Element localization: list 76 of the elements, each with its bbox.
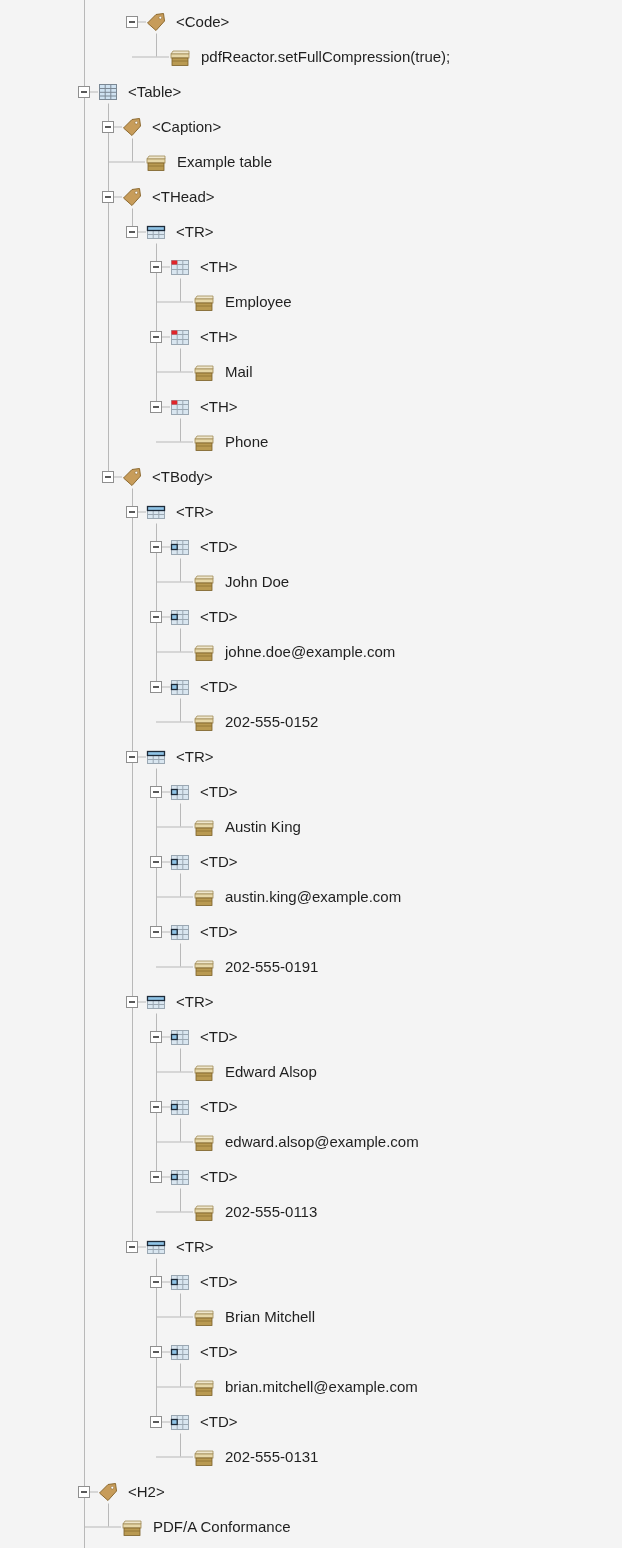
tree-item-label[interactable]: <Code> (176, 11, 230, 32)
tree-item-label[interactable]: <Caption> (152, 116, 222, 137)
collapse-toggle[interactable] (150, 1275, 162, 1288)
tree-item-label[interactable]: <THead> (152, 186, 215, 207)
collapse-toggle[interactable] (78, 1485, 90, 1498)
tree-item-label[interactable]: pdfReactor.setFullCompression(true); (201, 46, 451, 67)
collapse-toggle[interactable] (150, 785, 162, 798)
collapse-toggle[interactable] (102, 470, 114, 483)
tree-item-label[interactable]: <TH> (200, 396, 238, 417)
tree-item-label[interactable]: <Table> (128, 81, 182, 102)
tree-item-label[interactable]: <TH> (200, 256, 238, 277)
tree-item-label[interactable]: PDF/A Conformance (153, 1516, 291, 1537)
collapse-toggle[interactable] (150, 540, 162, 553)
collapse-toggle[interactable] (150, 400, 162, 413)
tree-item-label[interactable]: <TR> (176, 221, 214, 242)
tree-item-label[interactable]: edward.alsop@example.com (225, 1131, 419, 1152)
tree-item-label[interactable]: <TD> (200, 1166, 238, 1187)
collapse-toggle[interactable] (150, 1345, 162, 1358)
tree-item-label[interactable]: austin.king@example.com (225, 886, 402, 907)
collapse-toggle[interactable] (102, 190, 114, 203)
tree-item-label[interactable]: Phone (225, 431, 269, 452)
tree-item-label[interactable]: <TH> (200, 326, 238, 347)
collapse-toggle[interactable] (126, 995, 138, 1008)
collapse-toggle[interactable] (126, 225, 138, 238)
tree-item-label[interactable]: <TD> (200, 1096, 238, 1117)
tree-item-label[interactable]: <TD> (200, 1341, 238, 1362)
tree-item-label[interactable]: Austin King (225, 816, 301, 837)
collapse-toggle[interactable] (150, 1030, 162, 1043)
tree-item-label[interactable]: <TR> (176, 991, 214, 1012)
tag-icon (98, 1481, 118, 1502)
tree-item-label[interactable]: <TD> (200, 1271, 238, 1292)
collapse-toggle[interactable] (126, 505, 138, 518)
collapse-toggle[interactable] (150, 1100, 162, 1113)
collapse-toggle[interactable] (102, 120, 114, 133)
tag-icon (146, 11, 166, 32)
collapse-toggle[interactable] (78, 85, 90, 98)
tree-item-label[interactable]: 202-555-0191 (225, 956, 319, 977)
tree-item-label[interactable]: 202-555-0113 (225, 1201, 318, 1222)
collapse-toggle[interactable] (150, 610, 162, 623)
tree-item-label[interactable]: <TD> (200, 536, 238, 557)
collapse-toggle[interactable] (150, 925, 162, 938)
collapse-toggle[interactable] (150, 260, 162, 273)
tag-icon (122, 186, 142, 207)
tag-icon (122, 116, 142, 137)
tree-item-label[interactable]: 202-555-0152 (225, 711, 319, 732)
tree-item-label[interactable]: <TR> (176, 1236, 214, 1257)
tree-item-label[interactable]: Employee (225, 291, 292, 312)
tree-item-label[interactable]: 202-555-0131 (225, 1446, 319, 1467)
tree-item-label[interactable]: <TD> (200, 1411, 238, 1432)
tree-item-label[interactable]: <TD> (200, 1026, 238, 1047)
collapse-toggle[interactable] (150, 855, 162, 868)
tree-item-label[interactable]: Mail (225, 361, 253, 382)
tree-item-label[interactable]: Edward Alsop (225, 1061, 317, 1082)
tree-item-label[interactable]: <TD> (200, 606, 238, 627)
tree-item-label[interactable]: <TR> (176, 501, 214, 522)
collapse-toggle[interactable] (126, 15, 138, 28)
tree-item-label[interactable]: <TD> (200, 921, 238, 942)
table-icon (98, 81, 118, 102)
collapse-toggle[interactable] (150, 1170, 162, 1183)
collapse-toggle[interactable] (126, 750, 138, 763)
collapse-toggle[interactable] (150, 330, 162, 343)
collapse-toggle[interactable] (126, 1240, 138, 1253)
tree-item-label[interactable]: John Doe (225, 571, 290, 592)
tree-item-label[interactable]: brian.mitchell@example.com (225, 1376, 418, 1397)
tree-item-label[interactable]: <TR> (176, 746, 214, 767)
tag-icon (122, 466, 142, 487)
tree-item-label[interactable]: <TD> (200, 781, 238, 802)
tree-item-label[interactable]: <H2> (128, 1481, 165, 1502)
tree-item-label[interactable]: <TD> (200, 676, 238, 697)
tree-item-label[interactable]: <TBody> (152, 466, 213, 487)
tree-item-label[interactable]: Example table (177, 151, 273, 172)
tree-item-label[interactable]: Brian Mitchell (225, 1306, 316, 1327)
collapse-toggle[interactable] (150, 1415, 162, 1428)
tree-item-label[interactable]: <TD> (200, 851, 238, 872)
tree-item-label[interactable]: johne.doe@example.com (225, 641, 396, 662)
collapse-toggle[interactable] (150, 680, 162, 693)
